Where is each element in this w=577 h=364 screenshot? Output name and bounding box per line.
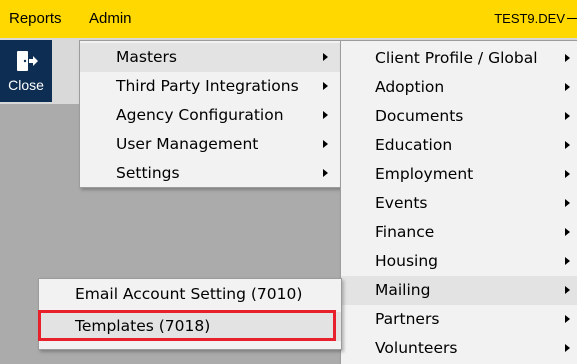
environment-dash: [567, 18, 577, 19]
chevron-right-icon: [565, 199, 570, 207]
chevron-right-icon: [565, 257, 570, 265]
admin-menu: Masters Third Party Integrations Agency …: [79, 40, 342, 188]
menu-item-label: Adoption: [375, 78, 445, 96]
exit-door-icon: [17, 51, 38, 71]
chevron-right-icon: [565, 228, 570, 236]
menu-item-settings[interactable]: Settings: [80, 159, 341, 188]
menu-item-label: Volunteers: [375, 339, 458, 357]
chevron-right-icon: [323, 53, 328, 61]
menu-item-label: Finance: [375, 223, 435, 241]
menu-item-label: User Management: [116, 135, 259, 153]
menu-admin[interactable]: Admin: [89, 0, 132, 38]
menu-item-label: Documents: [375, 107, 464, 125]
menu-item-label: Client Profile / Global: [375, 49, 538, 67]
menu-item-label: Email Account Setting (7010): [75, 285, 303, 303]
menu-item-mailing[interactable]: Mailing: [341, 276, 577, 305]
menu-item-events[interactable]: Events: [341, 189, 577, 218]
menu-item-label: Mailing: [375, 281, 431, 299]
menu-item-label: Partners: [375, 310, 440, 328]
chevron-right-icon: [565, 315, 570, 323]
menu-item-templates[interactable]: Templates (7018): [39, 312, 341, 341]
menu-reports[interactable]: Reports: [9, 0, 62, 38]
close-label: Close: [8, 77, 44, 93]
chevron-right-icon: [565, 54, 570, 62]
menu-item-label: Education: [375, 136, 453, 154]
menu-item-label: Templates (7018): [75, 317, 211, 335]
menu-item-agency-configuration[interactable]: Agency Configuration: [80, 101, 341, 130]
menu-item-education[interactable]: Education: [341, 131, 577, 160]
top-menu-bar: Reports Admin TEST9.DEV: [0, 0, 577, 38]
chevron-right-icon: [565, 83, 570, 91]
menu-item-label: Events: [375, 194, 428, 212]
chevron-right-icon: [565, 170, 570, 178]
chevron-right-icon: [323, 111, 328, 119]
masters-submenu: Client Profile / Global Adoption Documen…: [340, 40, 577, 364]
menu-item-volunteers[interactable]: Volunteers: [341, 334, 577, 363]
menu-item-label: Housing: [375, 252, 439, 270]
environment-label: TEST9.DEV: [494, 11, 565, 26]
mailing-submenu: Email Account Setting (7010) Templates (…: [38, 278, 342, 350]
chevron-right-icon: [323, 169, 328, 177]
menu-item-adoption[interactable]: Adoption: [341, 73, 577, 102]
chevron-right-icon: [323, 140, 328, 148]
menu-item-finance[interactable]: Finance: [341, 218, 577, 247]
chevron-right-icon: [565, 286, 570, 294]
menu-item-label: Third Party Integrations: [116, 77, 299, 95]
chevron-right-icon: [323, 82, 328, 90]
menu-item-masters[interactable]: Masters: [80, 43, 341, 72]
menu-item-employment[interactable]: Employment: [341, 160, 577, 189]
menu-item-partners[interactable]: Partners: [341, 305, 577, 334]
menu-item-email-account-setting[interactable]: Email Account Setting (7010): [39, 280, 341, 309]
menu-item-label: Settings: [116, 164, 180, 182]
menu-item-housing[interactable]: Housing: [341, 247, 577, 276]
menu-item-documents[interactable]: Documents: [341, 102, 577, 131]
chevron-right-icon: [565, 141, 570, 149]
menu-item-third-party-integrations[interactable]: Third Party Integrations: [80, 72, 341, 101]
menu-item-client-profile-global[interactable]: Client Profile / Global: [341, 44, 577, 73]
menu-item-label: Employment: [375, 165, 474, 183]
chevron-right-icon: [565, 344, 570, 352]
menu-item-label: Masters: [116, 48, 178, 66]
close-button[interactable]: Close: [0, 40, 52, 102]
chevron-right-icon: [565, 112, 570, 120]
menu-item-label: Agency Configuration: [116, 106, 284, 124]
menu-item-user-management[interactable]: User Management: [80, 130, 341, 159]
